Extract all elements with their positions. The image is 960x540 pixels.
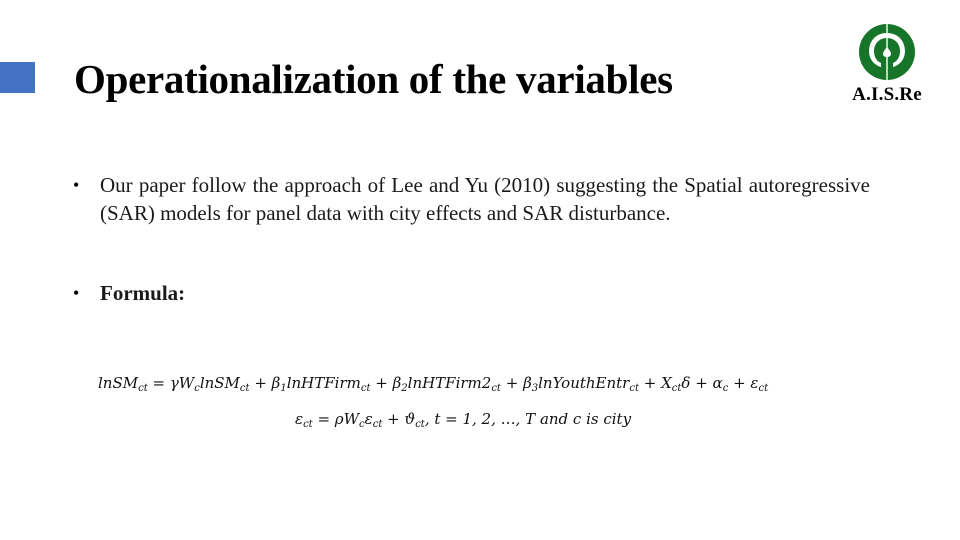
formula-operator: + [690, 374, 713, 392]
formula-operator: = [312, 410, 335, 428]
formula-term: ε [364, 410, 373, 428]
formula-subscript: ct [372, 419, 383, 430]
formula-term: X [661, 374, 672, 392]
formula-operator: + [249, 374, 272, 392]
formula-heading: Formula: [100, 281, 186, 305]
formula-term: ε [295, 410, 304, 428]
formula-term: lnSM [199, 374, 240, 392]
formula-term: lnHTFirm [286, 374, 361, 392]
formula-subscript: ct [303, 419, 313, 430]
ais-re-logo-icon [859, 24, 915, 80]
formula-operator: + [500, 374, 524, 392]
formula-term: , t = 1, 2, …, T and c is city [424, 410, 632, 428]
bullet-marker: • [73, 175, 80, 195]
formula-term: lnHTFirm2 [407, 374, 492, 392]
formula-operator: + [382, 410, 405, 428]
formula-term: ϑ [404, 410, 416, 428]
sar-model-formula: lnSMct = γWclnSMct + β1lnHTFirmct + β2ln… [98, 368, 838, 440]
title-accent-square [0, 62, 35, 93]
formula-subscript: ct [671, 383, 682, 394]
bullet-marker: • [73, 283, 80, 303]
formula-subscript: ct [138, 383, 148, 394]
formula-operator: + [370, 374, 393, 392]
formula-subscript: ct [629, 383, 639, 394]
formula-term: α [712, 374, 723, 392]
ais-re-logo: A.I.S.Re [837, 21, 937, 106]
formula-equation-disturbance: εct = ρWcεct + ϑct, t = 1, 2, …, T and c… [98, 404, 838, 440]
formula-subscript: ct [491, 383, 501, 394]
formula-term: γW [169, 374, 195, 392]
formula-term: lnYouthEntr [538, 374, 630, 392]
formula-subscript: ct [415, 419, 425, 430]
formula-subscript: ct [239, 383, 250, 394]
formula-operator: + [638, 374, 662, 392]
formula-subscript: ct [758, 383, 769, 394]
logo-text: A.I.S.Re [852, 84, 922, 105]
bullet-item: • Our paper follow the approach of Lee a… [70, 171, 870, 227]
formula-term: β [523, 374, 532, 392]
formula-term: lnSM [98, 374, 139, 392]
bullet-item: • Formula: [70, 279, 870, 307]
formula-operator: = [147, 374, 170, 392]
slide-title: Operationalization of the variables [74, 56, 673, 102]
formula-operator: + [728, 374, 751, 392]
formula-term: β [392, 374, 402, 392]
slide-body: • Our paper follow the approach of Lee a… [70, 171, 870, 307]
formula-term: ρW [334, 410, 360, 428]
bullet-text: Our paper follow the approach of Lee and… [100, 173, 870, 225]
formula-equation-main: lnSMct = γWclnSMct + β1lnHTFirmct + β2ln… [98, 368, 838, 404]
